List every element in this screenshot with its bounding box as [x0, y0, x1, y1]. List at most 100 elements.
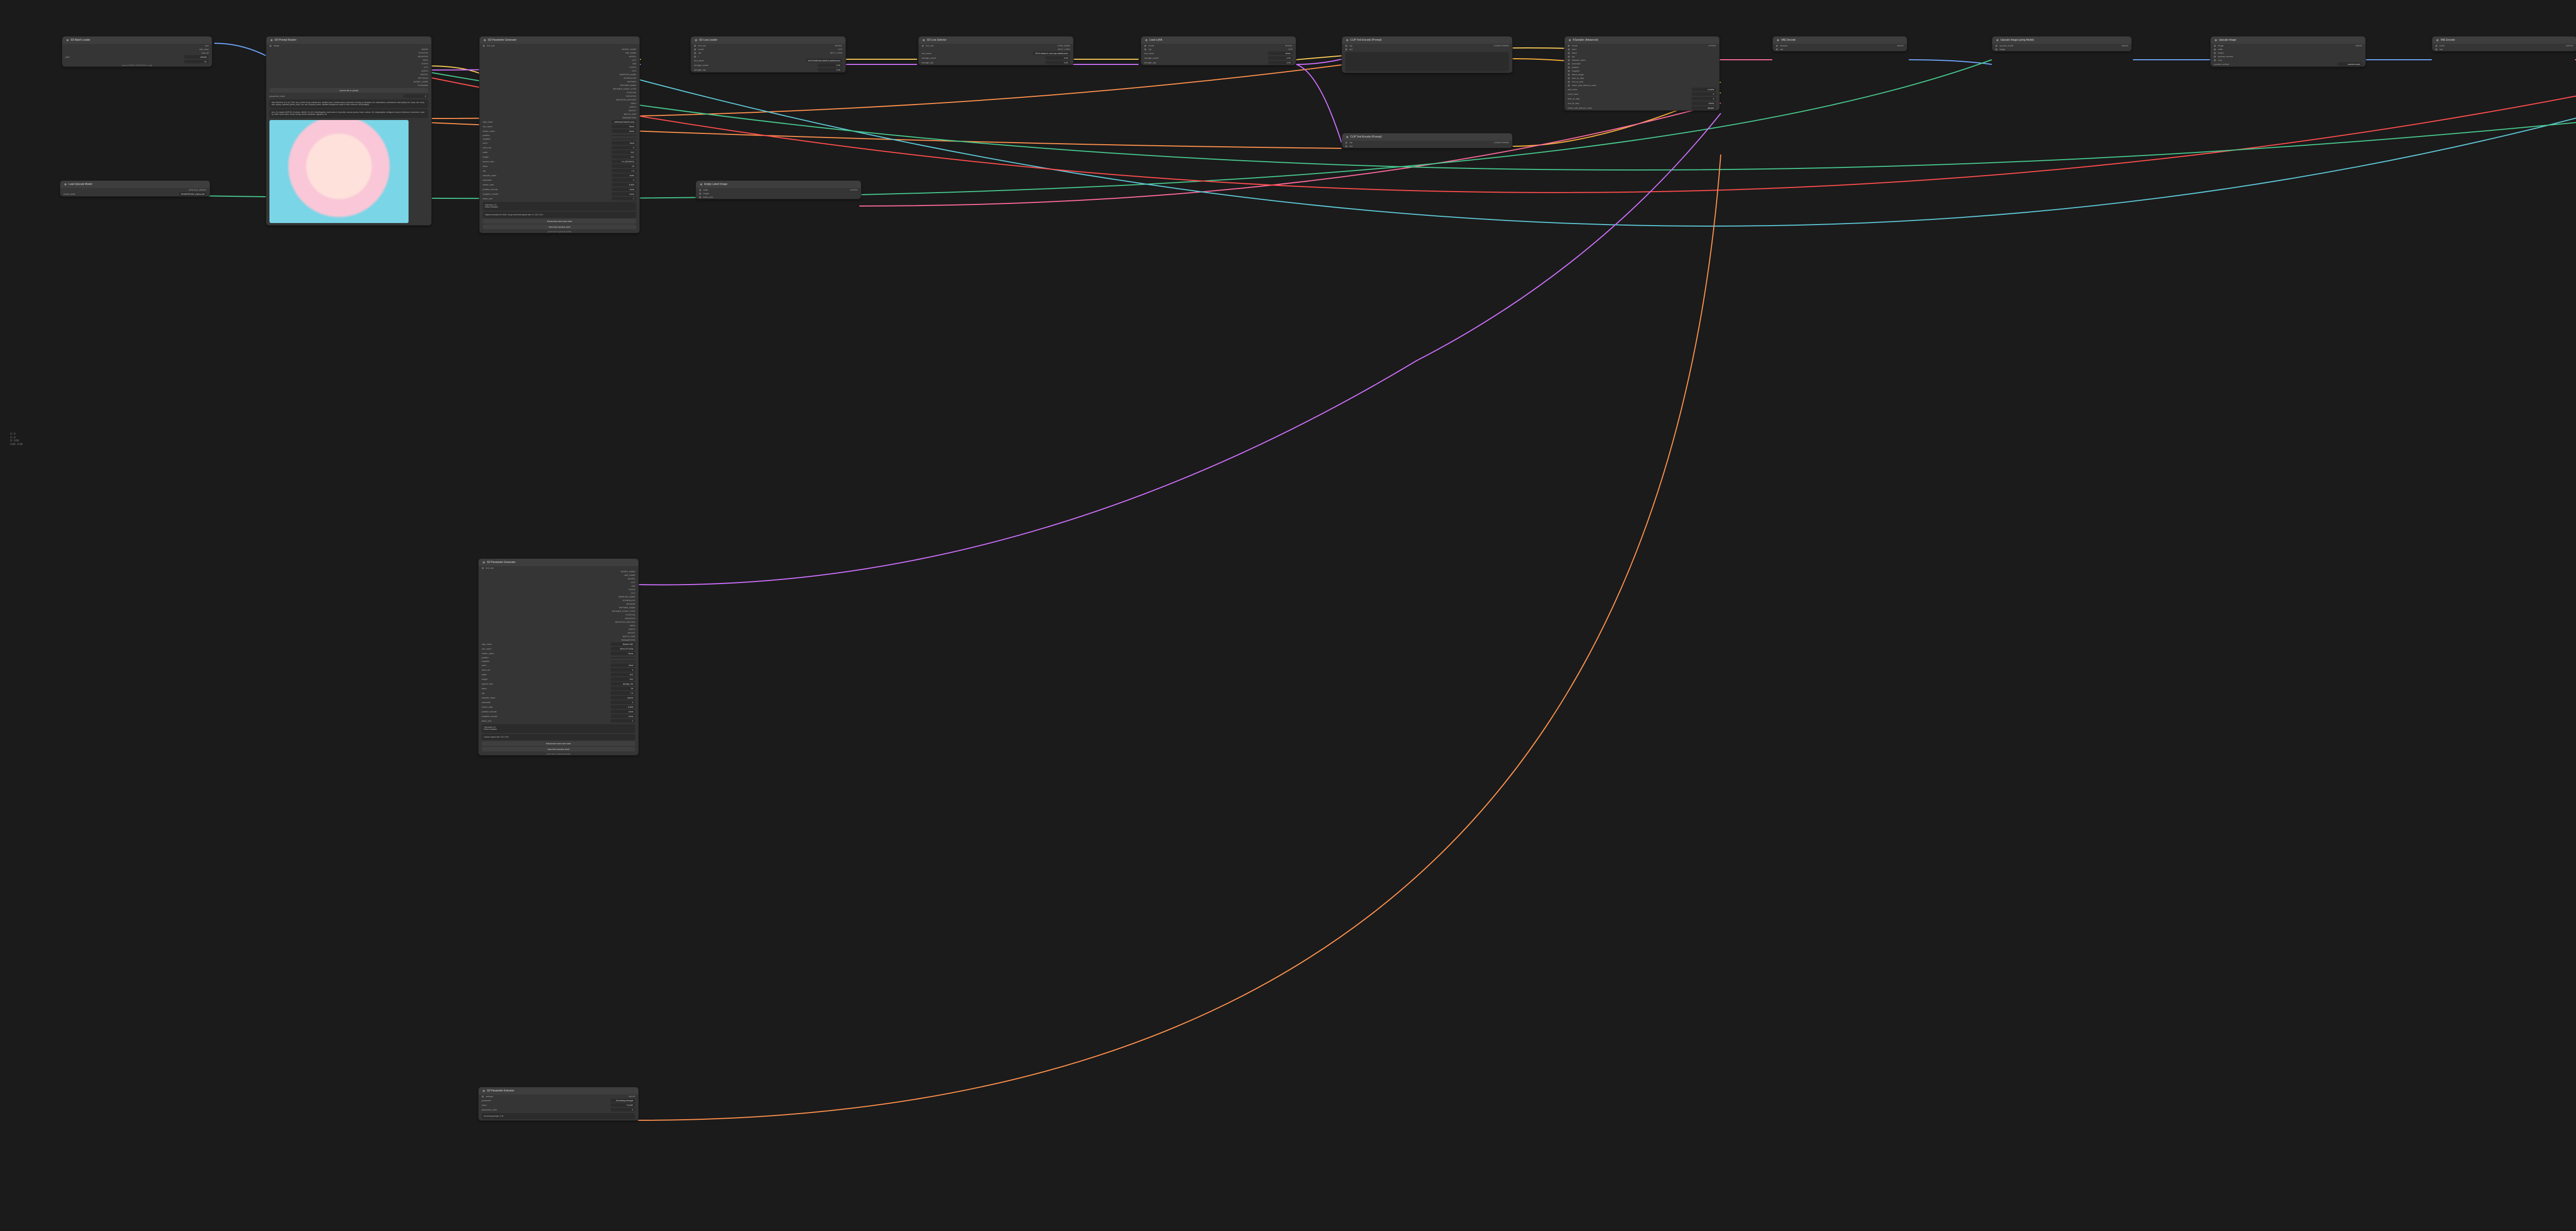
w-cfg[interactable]: cfg7.0 [480, 168, 639, 173]
out-MODEL_NAME[interactable]: MODEL_NAME [479, 570, 638, 573]
w-aspect_ratio[interactable]: aspect_ratio1:1 (512x512) [480, 159, 639, 164]
node-lora-loader[interactable]: SD Lora Loader text_rawMODEL modelCLIP c… [690, 36, 846, 73]
w-path[interactable]: pathdefault [62, 55, 212, 59]
w-negative[interactable]: negative [479, 659, 638, 663]
w-width[interactable]: width512 [479, 672, 638, 677]
w-height[interactable]: height512 [480, 155, 639, 159]
out-REFINER_NAME[interactable]: REFINER_NAME [480, 83, 639, 87]
out-PARAMETERS[interactable]: PARAMETERS [480, 116, 639, 119]
out-VAE[interactable]: VAE [479, 584, 638, 588]
in-positive[interactable]: positive [1565, 65, 1719, 69]
in-start_at_step[interactable]: start_at_step [1565, 76, 1719, 80]
out-WIDTH[interactable]: WIDTH [480, 105, 639, 109]
w-positive_encode[interactable]: positive_encodenone [479, 709, 638, 714]
out-MODEL[interactable]: MODEL [479, 577, 638, 580]
w-return_with_leftover_noise[interactable]: return_with_leftover_noisedisable [1565, 106, 1719, 110]
in-end_at_step[interactable]: end_at_step [1565, 80, 1719, 83]
pg1-rand[interactable]: Randomize seed each time [483, 219, 636, 224]
w-sampler_name[interactable]: sampler_namekarras [479, 695, 638, 700]
w-refiner_start[interactable]: refiner_start0.800 [480, 182, 639, 187]
w-height[interactable]: height512 [479, 677, 638, 681]
node-batch-loader[interactable]: SD Batch Loader sdxl sdxl_base load_all … [62, 36, 212, 67]
w-steps[interactable]: steps20 [480, 164, 639, 168]
out-SCHEDULER[interactable]: SCHEDULER [479, 599, 638, 602]
w-param-idx[interactable]: parameter_index0 [266, 94, 431, 98]
positive-text[interactable]: alien Medicine,1k to 4k, DND, epic, perf… [269, 99, 428, 108]
in-steps[interactable]: steps [1565, 51, 1719, 55]
pg1-newseed[interactable]: New fixed random seed [483, 225, 636, 229]
out-SEED[interactable]: SEED [479, 624, 638, 627]
w-vae_name[interactable]: vae_nameSDXL/VT103a [479, 646, 638, 651]
in-cfg[interactable]: cfg [1565, 55, 1719, 58]
out-PARAMETERS[interactable]: PARAMETERS [479, 638, 638, 642]
in-model[interactable]: modelLATENT [1565, 44, 1719, 47]
out-VAE_NAME[interactable]: VAE_NAME [479, 573, 638, 577]
node-ksampler-adv[interactable]: KSampler (Advanced) modelLATENTseedsteps… [1564, 36, 1720, 111]
out-BATCH_SIZE[interactable]: BATCH_SIZE [479, 635, 638, 638]
out-CFG[interactable]: CFG [480, 69, 639, 73]
in-return_with_leftover_noise[interactable]: return_with_leftover_noise [1565, 83, 1719, 87]
out-VAE[interactable]: VAE [480, 62, 639, 65]
w-noise_seed[interactable]: noise_seed0 [1565, 92, 1719, 96]
out-STEPS[interactable]: STEPS [479, 588, 638, 591]
w-positive[interactable]: positive [480, 133, 639, 137]
node-param-gen-2[interactable]: SD Parameter Generator text_raw MODEL_NA… [478, 558, 639, 756]
out-REFINER[interactable]: REFINER [480, 80, 639, 83]
w-seed_val[interactable]: seed_val0 [480, 145, 639, 150]
w-negative[interactable]: negative [480, 137, 639, 141]
out-SAMPLER_NAME[interactable]: SAMPLER_NAME [480, 73, 639, 76]
w-width[interactable]: width512 [480, 150, 639, 155]
w-batch_size[interactable]: batch_size1 [480, 196, 639, 201]
w-vae_name[interactable]: vae_nameNone [480, 124, 639, 129]
out-NEGATIVE[interactable]: NEGATIVE [480, 94, 639, 98]
node-param-extractor[interactable]: SD Parameter Extractor settingsVALUE par… [478, 1087, 639, 1121]
w-add_noise[interactable]: add_noiseenable [1565, 87, 1719, 92]
w-start_at_step[interactable]: start_at_step0 [1565, 96, 1719, 101]
out-load-all[interactable]: load_all [62, 51, 212, 55]
out-CLIP[interactable]: CLIP [479, 580, 638, 584]
out-BATCH_SIZE[interactable]: BATCH_SIZE [480, 112, 639, 116]
node-load-lora[interactable]: Load LoRA modelMODEL clipCLIP lora_nameN… [1141, 36, 1296, 65]
choose-file-button[interactable]: choose file to upload [269, 88, 428, 93]
out-sdxl[interactable]: sdxl [62, 44, 212, 47]
w-cfg[interactable]: cfg7.0 [479, 691, 638, 695]
w-scheduler[interactable]: scheduler0 [480, 178, 639, 182]
out-POSITIVE[interactable]: POSITIVE [480, 91, 639, 94]
negative-text[interactable]: (text, 3d, badart) (NSFW:1.0) (Asian, (B… [269, 109, 428, 118]
out-sdxl-base[interactable]: sdxl_base [62, 47, 212, 51]
w-steps[interactable]: steps30 [479, 686, 638, 691]
out-NEGATIVE_ENCODE[interactable]: NEGATIVE_ENCODE [480, 98, 639, 101]
out-SCHEDULER[interactable]: SCHEDULER [480, 76, 639, 80]
in-scheduler[interactable]: scheduler [1565, 62, 1719, 65]
w-end_at_step[interactable]: end_at_step10000 [1565, 101, 1719, 106]
node-prompt-reader[interactable]: SD Prompt Reader image IMAGE POSITIVE NE… [266, 36, 432, 226]
out-CFG[interactable]: CFG [479, 591, 638, 595]
out-MODEL[interactable]: MODEL [480, 55, 639, 58]
in-negative[interactable]: negative [1565, 69, 1719, 73]
w-refiner_start[interactable]: refiner_start0.800 [479, 705, 638, 709]
out-HEIGHT[interactable]: HEIGHT [479, 631, 638, 635]
in-sampler_name[interactable]: sampler_name [1565, 58, 1719, 62]
out-SAMPLER_NAME[interactable]: SAMPLER_NAME [479, 595, 638, 599]
w-batch_size[interactable]: batch_size1 [479, 719, 638, 723]
out-POSITIVE[interactable]: POSITIVE [479, 613, 638, 617]
node-clip-encode-neg[interactable]: CLIP Text Encode (Prompt) clipCONDITIONI… [1342, 133, 1513, 148]
w-negative_encode[interactable]: negative_encodenone [480, 192, 639, 196]
out-REFINER[interactable]: REFINER [479, 602, 638, 606]
node-clip-encode-pos[interactable]: CLIP Text Encode (Prompt) clipCONDITIONI… [1342, 36, 1513, 73]
w-refiner_name[interactable]: refiner_nameNone [479, 651, 638, 656]
w-aspect_ratio[interactable]: aspect_ratiodpmpp_2m [479, 681, 638, 686]
in-seed[interactable]: seed [1565, 47, 1719, 51]
out-REFINER_START_STEP[interactable]: REFINER_START_STEP [480, 87, 639, 91]
node-lora-selector[interactable]: SD Lora Selector text_rawLORA_NAME NEXT_… [918, 36, 1074, 65]
node-param-gen-1[interactable]: SD Parameter Generator text_raw MODEL_NA… [479, 36, 640, 233]
node-upscale-image[interactable]: Upscale Image imageIMAGE width height up… [2210, 36, 2366, 67]
node-vae-decode-1[interactable]: VAE Decode samplesIMAGE vae [1772, 36, 1907, 52]
w-model-name[interactable]: model_nameRealESRGAN_x4plus.pth [60, 192, 210, 196]
out-NEGATIVE[interactable]: NEGATIVE [479, 617, 638, 620]
w-seed[interactable]: seedfixed [480, 141, 639, 145]
w-seed_val[interactable]: seed_val0 [479, 668, 638, 672]
out-NEGATIVE_ENCODE[interactable]: NEGATIVE_ENCODE [479, 620, 638, 624]
node-empty-latent[interactable]: Empty Latent Image widthLATENT height ba… [696, 180, 861, 199]
out-HEIGHT[interactable]: HEIGHT [480, 109, 639, 112]
